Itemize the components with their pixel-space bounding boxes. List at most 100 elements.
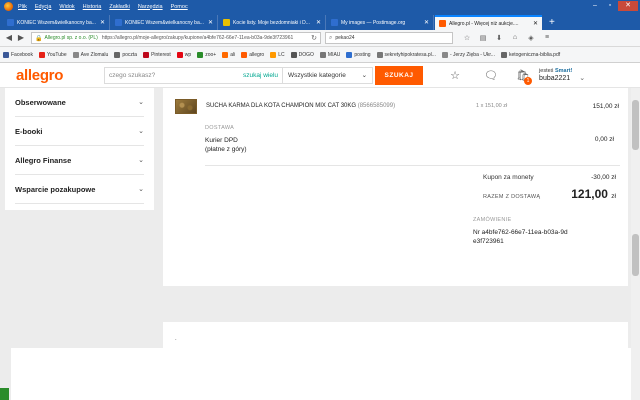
product-row: SUCHA KARMA DLA KOTA CHAMPION MIX CAT 30… [175, 97, 619, 115]
chevron-down-icon: ⌄ [138, 128, 144, 135]
bookmark-item[interactable]: allegro [241, 51, 264, 58]
forward-icon[interactable]: ▶ [15, 32, 27, 44]
sidebar-item-watched[interactable]: Obserwowane ⌄ [15, 88, 144, 117]
sidebar-item-ebooks[interactable]: E-booki ⌄ [15, 117, 144, 146]
search-button[interactable]: SZUKAJ [375, 65, 424, 85]
pocket-icon[interactable]: ◈ [523, 34, 539, 42]
menu-item-tools[interactable]: Narzędzia [138, 4, 163, 10]
star-watchlist-icon[interactable]: ☆ [445, 69, 465, 82]
order-summary: Kupon za monety -30,00 zł RAZEM Z DOSTAW… [483, 174, 616, 201]
menu-item-file[interactable]: Plik [18, 4, 27, 10]
tab-title: KONIEC Wszem&wielkanocny ba... [17, 19, 96, 26]
menu-item-view[interactable]: Widok [59, 4, 74, 10]
hamburger-menu-icon[interactable]: ≡ [539, 34, 555, 42]
bookmark-favicon-icon [114, 51, 121, 58]
shipping-section: DOSTAWA Kurier DPD (płatne z góry) [205, 125, 247, 154]
browser-tab[interactable]: KONIEC Wszem&wielkanocny ba... ✕ [3, 15, 110, 30]
site-identity[interactable]: Allegro.pl sp. z o.o. (PL) [44, 35, 97, 41]
menu-item-edit[interactable]: Edycja [35, 4, 52, 10]
bookmark-label: Ave Zlomalu [80, 51, 109, 58]
bookmark-item[interactable]: Pinterest [143, 51, 171, 58]
product-title: SUCHA KARMA DLA KOTA CHAMPION MIX CAT 30… [206, 103, 357, 109]
close-window-icon[interactable]: ✕ [618, 1, 638, 11]
tab-close-icon[interactable]: ✕ [424, 19, 429, 26]
url-text[interactable]: https://allegro.pl/moje-allegro/zakupy/k… [102, 35, 311, 41]
home-icon[interactable]: ⌂ [507, 34, 523, 42]
menu-item-history[interactable]: Historia [83, 4, 102, 10]
bookmark-favicon-icon [241, 51, 248, 58]
reading-list-icon[interactable]: ▤ [475, 34, 491, 42]
browser-search-value[interactable]: pekao24 [335, 35, 354, 41]
search-many-link[interactable]: szukaj wielu [239, 72, 282, 79]
bookmark-favicon-icon [346, 51, 353, 58]
browser-tab[interactable]: Kocie listy. Moje bezdomniaki i D... ✕ [219, 15, 326, 30]
product-id: (8566585099) [357, 103, 396, 109]
user-menu[interactable]: jesteś Smart! buba2221 ⌄ [539, 68, 585, 82]
scrollbar-thumb[interactable] [632, 100, 639, 150]
menu-item-bookmarks[interactable]: Zakładki [109, 4, 129, 10]
tab-favicon-icon [439, 20, 446, 27]
divider [205, 165, 620, 166]
bookmark-item[interactable]: - Jerzy Zięba - Ukr... [441, 51, 495, 58]
tab-close-icon[interactable]: ✕ [208, 19, 213, 26]
downloads-icon[interactable]: ⬇ [491, 34, 507, 42]
product-quantity: 1 x 151,00 zł [476, 103, 508, 109]
browser-search-box[interactable]: ⌕ pekao24 [325, 32, 453, 44]
bookmark-item[interactable]: Ave Zlomalu [72, 51, 109, 58]
bookmark-item[interactable]: wp [176, 51, 191, 58]
category-select[interactable]: Wszystkie kategorie ⌄ [282, 67, 372, 83]
coupon-label: Kupon za monety [483, 174, 534, 181]
sidebar-item-finance[interactable]: Allegro Finanse ⌄ [15, 146, 144, 175]
messages-icon[interactable]: 🗨 [481, 69, 501, 82]
cart-count-badge: 1 [524, 76, 533, 85]
tab-close-icon[interactable]: ✕ [316, 19, 321, 26]
window-controls: – ▫ ✕ [587, 1, 638, 11]
scrollbar-thumb[interactable] [632, 234, 639, 276]
page-scrollbar[interactable] [631, 88, 640, 400]
back-icon[interactable]: ◀ [3, 32, 15, 44]
bookmark-item[interactable]: YouTube [38, 51, 67, 58]
bookmarks-bar: Facebook YouTube Ave Zlomalu poczta Pint… [0, 47, 640, 63]
browser-tab-active[interactable]: Allegro.pl - Więcej niż aukcje.... ✕ [435, 15, 542, 30]
bookmark-item[interactable]: MIAU [319, 51, 341, 58]
coupon-row: Kupon za monety -30,00 zł [483, 174, 616, 181]
browser-tab[interactable]: My images — Postimage.org ✕ [327, 15, 434, 30]
bookmark-item[interactable]: ali [222, 51, 235, 58]
menu-item-help[interactable]: Pomoc [171, 4, 188, 10]
minimize-icon[interactable]: – [588, 1, 602, 11]
bookmark-item[interactable]: sekretyhipokratesa.pl... [376, 51, 436, 58]
order-details-card: SUCHA KARMA DLA KOTA CHAMPION MIX CAT 30… [163, 88, 628, 286]
taskbar-app-icon[interactable] [0, 388, 9, 400]
sidebar-item-label: Obserwowane [15, 97, 66, 107]
bookmark-item[interactable]: zoo+ [197, 51, 216, 58]
url-bar[interactable]: 🔒 Allegro.pl sp. z o.o. (PL) https://all… [31, 32, 321, 44]
bookmark-favicon-icon [290, 51, 297, 58]
bookmark-item[interactable]: Facebook [3, 51, 33, 58]
browser-tab[interactable]: KONIEC Wszem&wielkanocny ba... ✕ [111, 15, 218, 30]
bookmark-item[interactable]: poczta [114, 51, 137, 58]
tab-close-icon[interactable]: ✕ [533, 20, 538, 27]
sidebar-item-support[interactable]: Wsparcie pozakupowe ⌄ [15, 175, 144, 204]
bookmark-label: Facebook [11, 51, 33, 58]
bookmark-item[interactable]: posting [346, 51, 371, 58]
tab-title: Allegro.pl - Więcej niż aukcje.... [449, 20, 519, 27]
bookmark-item[interactable]: DOGO [290, 51, 314, 58]
tab-close-icon[interactable]: ✕ [100, 19, 105, 26]
allegro-header: allegro szukaj wielu Wszystkie kategorie… [0, 63, 640, 88]
cart-icon[interactable]: 🛍 1 [513, 69, 533, 85]
bookmark-label: MIAU [327, 51, 341, 58]
tab-bar: KONIEC Wszem&wielkanocny ba... ✕ KONIEC … [0, 13, 640, 30]
reload-icon[interactable]: ↻ [311, 34, 317, 42]
bookmark-star-icon[interactable]: ☆ [459, 34, 475, 42]
search-input[interactable] [105, 67, 239, 83]
maximize-icon[interactable]: ▫ [603, 1, 617, 11]
bookmark-item[interactable]: ketogeniczna-biblia.pdf [500, 51, 560, 58]
product-thumbnail[interactable] [175, 98, 197, 114]
allegro-logo[interactable]: allegro [16, 67, 104, 84]
bookmark-item[interactable]: LC [270, 51, 285, 58]
bookmark-label: sekretyhipokratesa.pl... [384, 51, 436, 58]
bookmark-favicon-icon [222, 51, 229, 58]
chevron-down-icon: ⌄ [138, 99, 144, 106]
new-tab-icon[interactable]: + [543, 15, 561, 30]
product-name[interactable]: SUCHA KARMA DLA KOTA CHAMPION MIX CAT 30… [206, 103, 446, 109]
